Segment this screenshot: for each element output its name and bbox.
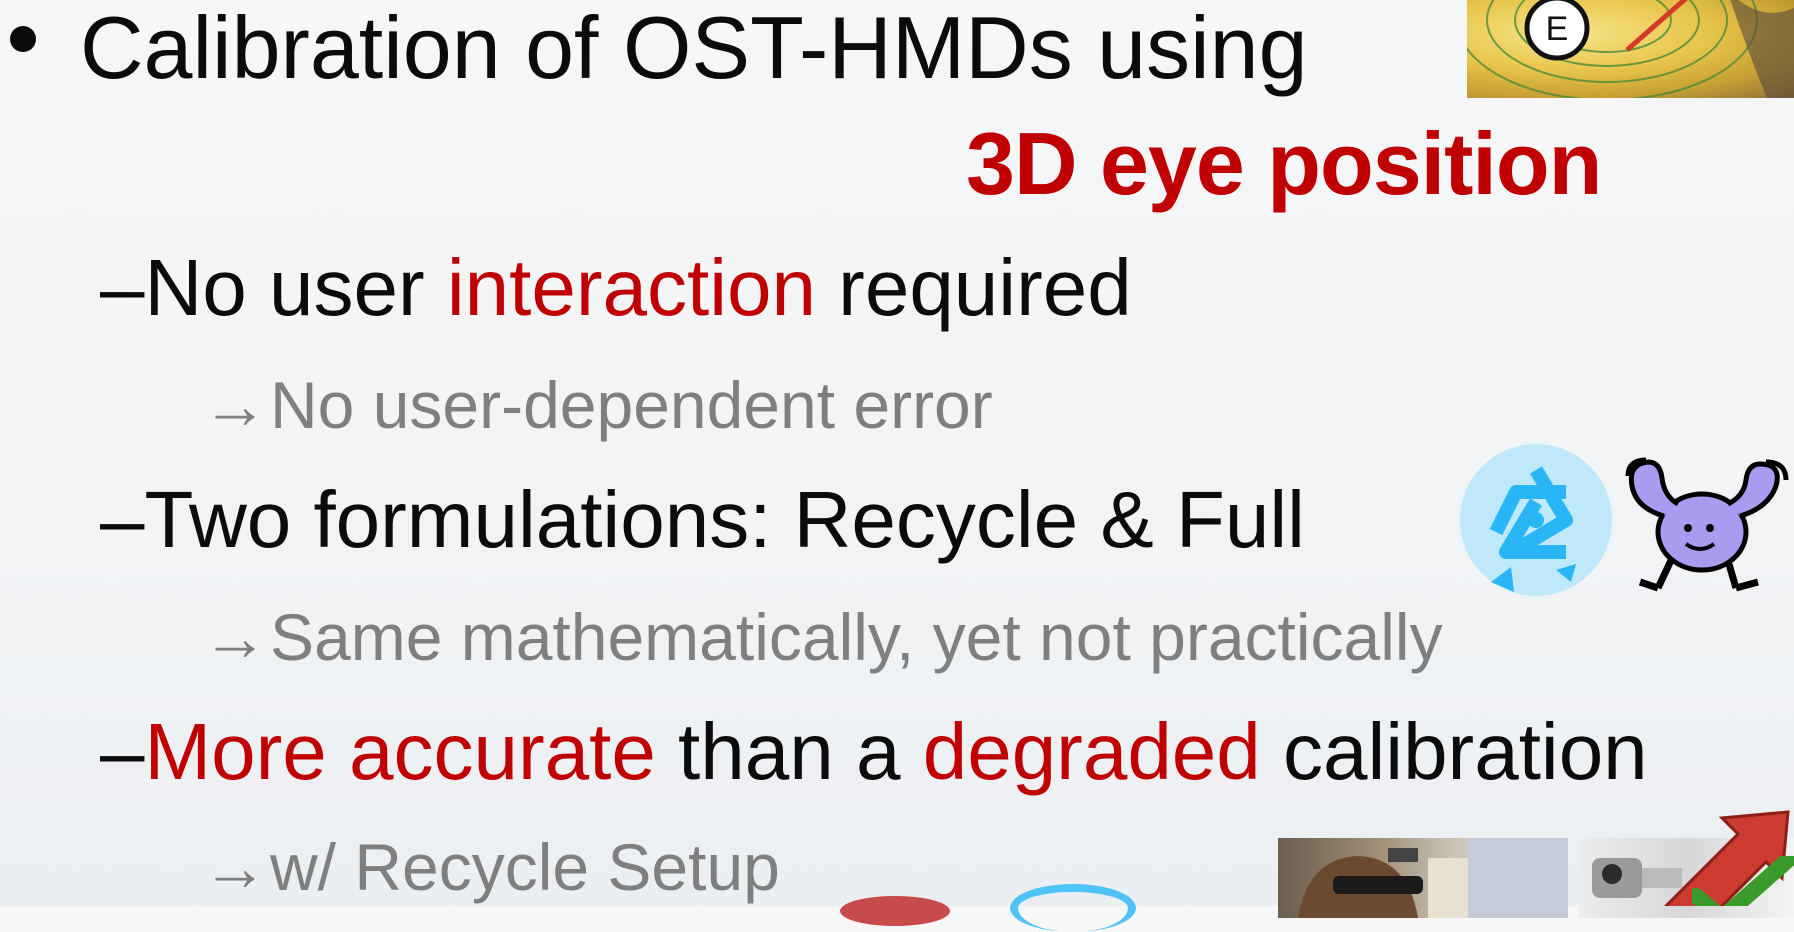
sub3-mid: than a [655,707,923,796]
strong-man-icon [1618,456,1794,603]
note-same-mathematically: →Same mathematically, yet not practicall… [202,604,1443,670]
arrow: → [202,600,268,674]
arrow: → [202,368,268,442]
sub3-post: calibration [1260,707,1648,796]
sub1-post: required [815,243,1132,332]
dash: – [100,707,145,796]
slide: E Calibration of OST-HMDs using 3D eye p… [0,0,1794,932]
partial-recycle-icon [1010,884,1136,932]
check-mark-icon [1688,852,1794,929]
note-recycle-setup: →w/ Recycle Setup [202,834,780,900]
sub-bullet-more-accurate: –More accurate than a degraded calibrati… [100,712,1648,792]
bullet-calibration: Calibration of OST-HMDs using [80,0,1308,97]
dash: – [100,243,145,332]
eye-photo: E [1467,0,1794,98]
dash: – [100,475,145,564]
sub1-highlight: interaction [446,243,816,332]
sub3-highlight2: degraded [922,707,1261,796]
bullet-dot [10,26,36,52]
note2-text: Same mathematically, yet not practically [270,600,1443,674]
note3-text: w/ Recycle Setup [270,830,780,904]
arrow: → [202,830,268,904]
eye-label: E [1546,10,1569,48]
hmd-user-photo [1278,838,1568,918]
partial-red-shape [840,896,950,926]
sub1-pre: No user [144,243,447,332]
sub2-text: Two formulations: Recycle & Full [144,475,1305,564]
sub-bullet-no-interaction: –No user interaction required [100,248,1132,328]
note-no-user-error: →No user-dependent error [202,372,993,438]
sub-bullet-two-formulations: –Two formulations: Recycle & Full [100,480,1305,560]
bullet-continuation: 3D eye position [966,114,1602,213]
recycle-icon [1456,442,1616,607]
note1-text: No user-dependent error [270,368,993,442]
sub3-highlight1: More accurate [144,707,656,796]
